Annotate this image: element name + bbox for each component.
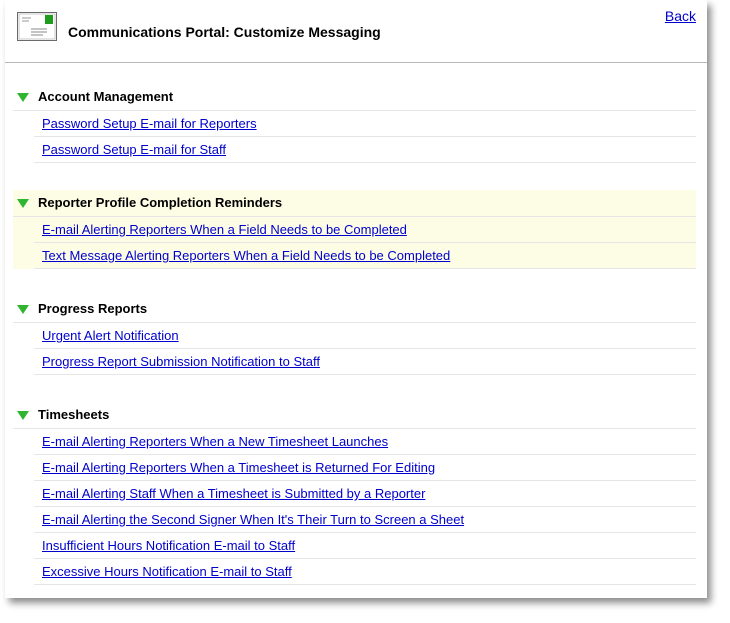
list-item: E-mail Alerting Reporters When a Field N… — [34, 217, 696, 243]
triangle-down-icon[interactable] — [17, 93, 29, 102]
link-password-setup-staff[interactable]: Password Setup E-mail for Staff — [42, 142, 226, 157]
section-title: Timesheets — [38, 407, 110, 422]
section-progress-reports: Progress Reports Urgent Alert Notificati… — [13, 296, 696, 375]
back-link[interactable]: Back — [665, 8, 696, 24]
triangle-down-icon[interactable] — [17, 305, 29, 314]
link-timesheet-submitted[interactable]: E-mail Alerting Staff When a Timesheet i… — [42, 486, 425, 501]
envelope-icon — [17, 12, 57, 41]
link-second-signer-turn[interactable]: E-mail Alerting the Second Signer When I… — [42, 512, 464, 527]
list-item: E-mail Alerting the Second Signer When I… — [34, 507, 696, 533]
link-new-timesheet-launches[interactable]: E-mail Alerting Reporters When a New Tim… — [42, 434, 388, 449]
section-timesheets: Timesheets E-mail Alerting Reporters Whe… — [13, 402, 696, 585]
link-email-field-needs-completion[interactable]: E-mail Alerting Reporters When a Field N… — [42, 222, 407, 237]
page-header: Communications Portal: Customize Messagi… — [5, 0, 707, 63]
list-item: Password Setup E-mail for Staff — [34, 137, 696, 163]
link-excessive-hours[interactable]: Excessive Hours Notification E-mail to S… — [42, 564, 292, 579]
section-header[interactable]: Account Management — [13, 84, 696, 111]
list-item: E-mail Alerting Reporters When a New Tim… — [34, 429, 696, 455]
list-item: E-mail Alerting Reporters When a Timeshe… — [34, 455, 696, 481]
list-item: Excessive Hours Notification E-mail to S… — [34, 559, 696, 585]
list-item: E-mail Alerting Staff When a Timesheet i… — [34, 481, 696, 507]
link-text-field-needs-completion[interactable]: Text Message Alerting Reporters When a F… — [42, 248, 450, 263]
link-urgent-alert[interactable]: Urgent Alert Notification — [42, 328, 179, 343]
link-progress-report-submission[interactable]: Progress Report Submission Notification … — [42, 354, 320, 369]
link-timesheet-returned[interactable]: E-mail Alerting Reporters When a Timeshe… — [42, 460, 435, 475]
link-insufficient-hours[interactable]: Insufficient Hours Notification E-mail t… — [42, 538, 295, 553]
triangle-down-icon[interactable] — [17, 411, 29, 420]
portal-window: Communications Portal: Customize Messagi… — [5, 0, 707, 598]
section-header[interactable]: Progress Reports — [13, 296, 696, 323]
list-item: Password Setup E-mail for Reporters — [34, 111, 696, 137]
link-password-setup-reporters[interactable]: Password Setup E-mail for Reporters — [42, 116, 257, 131]
section-account-management: Account Management Password Setup E-mail… — [13, 84, 696, 163]
list-item: Progress Report Submission Notification … — [34, 349, 696, 375]
triangle-down-icon[interactable] — [17, 199, 29, 208]
list-item: Text Message Alerting Reporters When a F… — [34, 243, 696, 269]
page-title: Communications Portal: Customize Messagi… — [68, 24, 381, 40]
section-header[interactable]: Reporter Profile Completion Reminders — [13, 190, 696, 217]
section-title: Progress Reports — [38, 301, 148, 316]
section-title: Reporter Profile Completion Reminders — [38, 195, 283, 210]
list-item: Insufficient Hours Notification E-mail t… — [34, 533, 696, 559]
section-header[interactable]: Timesheets — [13, 402, 696, 429]
section-profile-reminders: Reporter Profile Completion Reminders E-… — [13, 190, 696, 269]
section-title: Account Management — [38, 89, 174, 104]
list-item: Urgent Alert Notification — [34, 323, 696, 349]
